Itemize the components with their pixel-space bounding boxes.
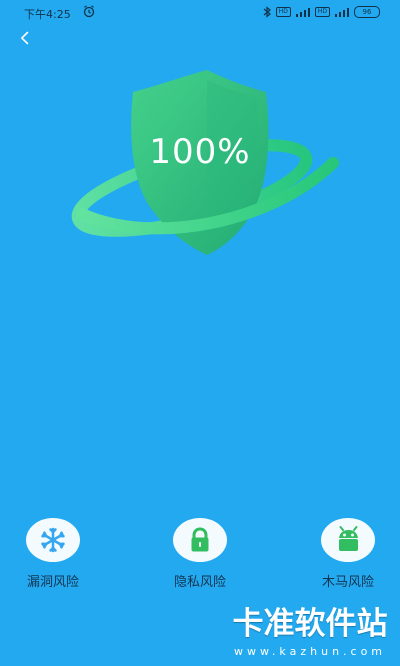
alarm-icon — [83, 5, 95, 18]
back-button[interactable] — [15, 28, 35, 48]
hd-badge: HD — [314, 7, 330, 17]
risk-feature-row: 漏洞风险 隐私风险 木马风险 — [0, 518, 400, 592]
privacy-risk-label: 隐私风险 — [173, 575, 226, 590]
hd-badge: HD — [275, 7, 291, 17]
snowflake-icon — [41, 527, 65, 553]
watermark-title: 卡准软件站 — [232, 606, 388, 642]
signal-icon — [335, 8, 349, 17]
privacy-icon-circle — [173, 518, 227, 562]
lock-icon — [191, 527, 209, 552]
trojan-risk-button[interactable]: 木马风险 — [298, 518, 398, 590]
status-right-icons: HD HD 96 — [262, 5, 380, 19]
signal-icon — [295, 8, 310, 17]
watermark: 卡准软件站 www.kazhun.com — [230, 598, 390, 658]
security-percent: 100% — [149, 132, 251, 172]
vulnerability-risk-button[interactable]: 漏洞风险 — [3, 518, 103, 590]
watermark-url: www.kazhun.com — [233, 645, 387, 658]
trojan-risk-label: 木马风险 — [321, 575, 374, 590]
privacy-risk-button[interactable]: 隐私风险 — [150, 518, 250, 590]
android-icon — [338, 525, 358, 551]
trojan-icon-circle — [321, 518, 375, 562]
battery-indicator: 96 — [354, 6, 380, 18]
status-bar: 下午4:25 HD HD 96 — [0, 0, 400, 24]
bluetooth-icon — [263, 6, 271, 18]
vulnerability-icon-circle — [26, 518, 80, 562]
vulnerability-risk-label: 漏洞风险 — [26, 575, 79, 590]
status-time: 下午4:25 — [24, 8, 71, 21]
